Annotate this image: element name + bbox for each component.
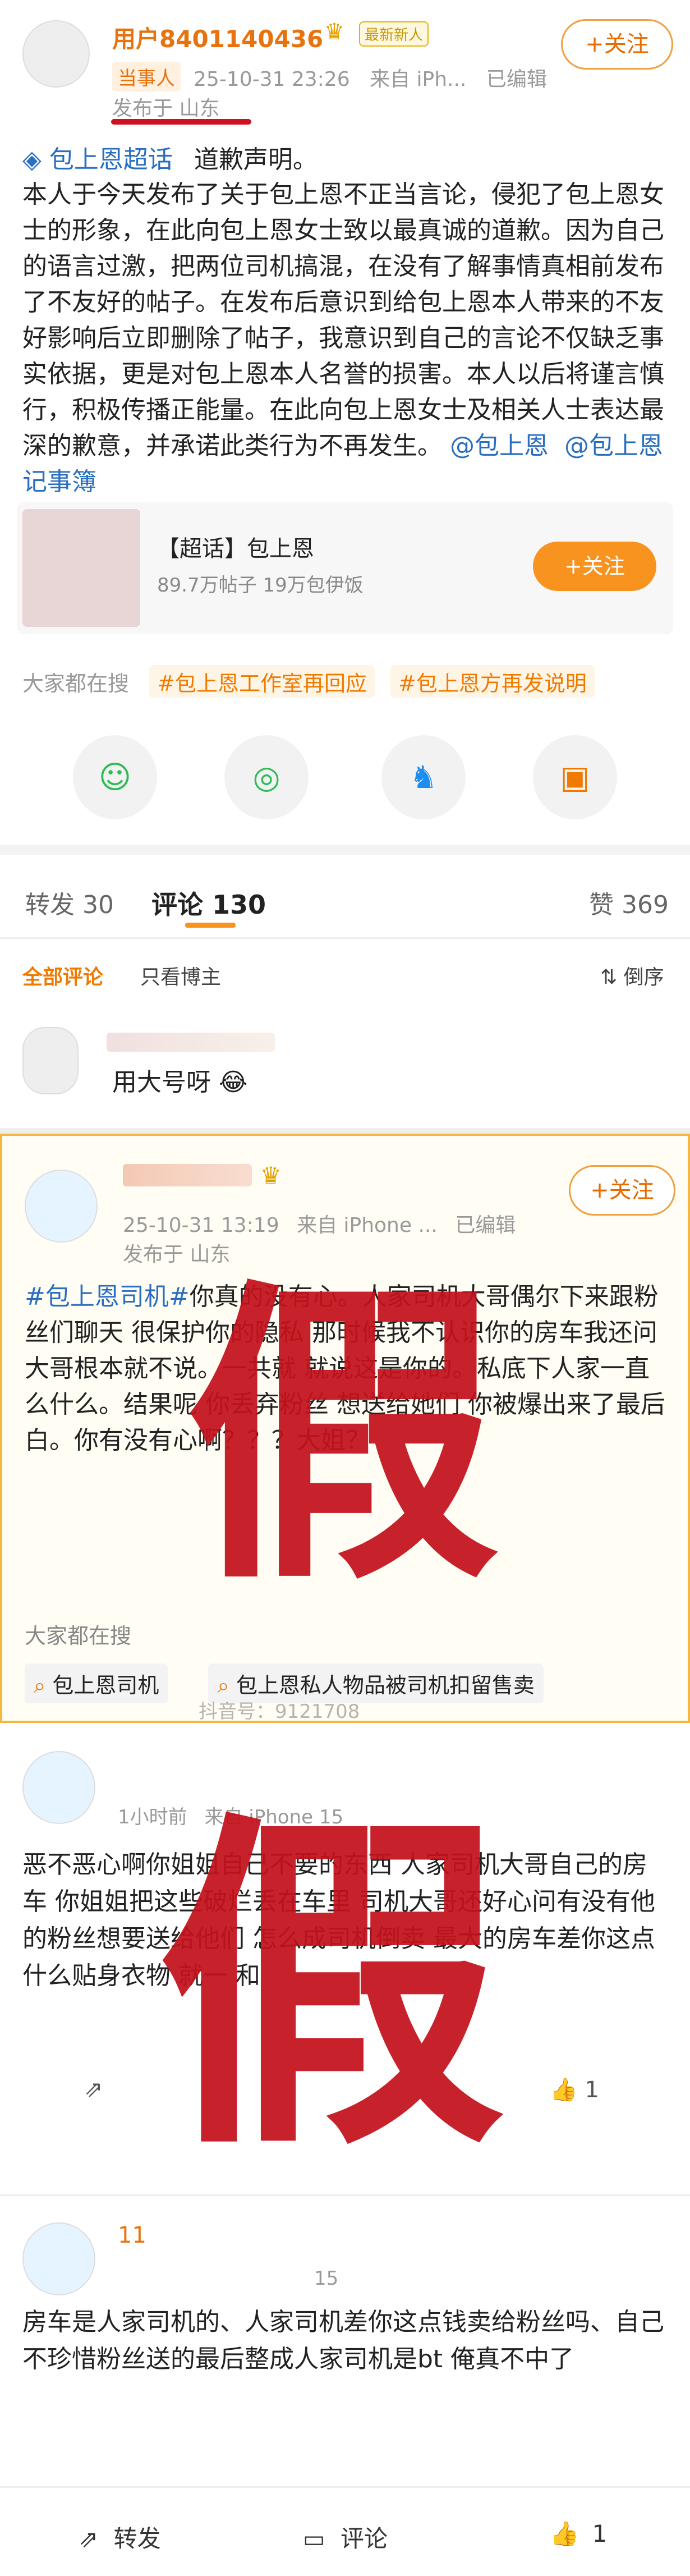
filter-all[interactable]: 全部评论 <box>22 961 103 990</box>
like-count: 1 <box>592 2520 608 2547</box>
post-meta: 25-10-31 13:19 来自 iPhone ... 已编辑 <box>123 1209 516 1238</box>
post-meta: 25-10-31 23:26 来自 iPh... 已编辑 <box>194 63 547 92</box>
reply-name[interactable]: 11 <box>118 2222 146 2248</box>
timestamp: 25-10-31 13:19 <box>123 1214 279 1237</box>
tab-comment[interactable]: 评论 130 <box>151 884 266 922</box>
card-image <box>22 509 140 627</box>
trending-row: 大家都在搜 #包上恩工作室再回应 #包上恩方再发说明 <box>22 665 595 698</box>
divider <box>0 1128 690 1134</box>
username[interactable]: 用户8401140436 <box>112 20 323 54</box>
qq-icon: ♞ <box>409 759 438 796</box>
trending-chip-label: 包上恩私人物品被司机扣留售卖 <box>236 1673 535 1698</box>
blurred-username <box>107 1033 275 1052</box>
repost-icon: ⇗ <box>79 2525 99 2552</box>
like-button[interactable]: 👍 1 <box>550 2520 607 2548</box>
edited[interactable]: 已编辑 <box>455 1214 516 1237</box>
moments-icon: ◎ <box>252 759 280 796</box>
divider <box>0 2486 690 2488</box>
thumb-icon: 👍 <box>550 2077 578 2103</box>
trending-label: 大家都在搜 <box>22 671 130 696</box>
repost-label: 转发 <box>113 2525 161 2552</box>
tab-underline <box>185 923 236 928</box>
tab-bar: 转发 30 评论 130 赞 369 <box>0 864 690 932</box>
fake-stamp-2: 假 <box>157 1782 505 2191</box>
source: 来自 iPh... <box>370 68 467 91</box>
location-underline <box>111 119 251 125</box>
card-follow-button[interactable]: +关注 <box>533 542 656 591</box>
bottom-action-bar: ⇗ 转发 ▭ 评论 👍 1 <box>0 2492 690 2576</box>
avatar[interactable] <box>22 20 90 88</box>
supertopic-card[interactable]: 【超话】包上恩 89.7万帖子 19万包伊饭 +关注 <box>17 502 673 634</box>
comment-icon: ▭ <box>303 2525 325 2552</box>
reply-text: 房车是人家司机的、人家司机差你这点钱卖给粉丝吗、自己不珍惜粉丝送的最后整成人家司… <box>22 2308 664 2373</box>
post-heading-row: ◈ 包上恩超话 道歉声明。 <box>22 139 318 175</box>
image-icon: ▣ <box>560 759 590 796</box>
hashtag-link[interactable]: #包上恩司机# <box>25 1282 190 1311</box>
like-button[interactable]: 👍 1 <box>550 2077 599 2103</box>
post-body-text: 本人于今天发布了关于包上恩不正当言论，侵犯了包上恩女士的形象，在此向包上恩女士致… <box>22 180 664 460</box>
qq-share-button[interactable]: ♞ <box>381 735 466 819</box>
new-user-badge: 最新新人 <box>359 21 429 47</box>
follow-button[interactable]: +关注 <box>561 19 673 70</box>
laugh-emoji-icon: 😂 <box>219 1068 248 1097</box>
moments-share-button[interactable]: ◎ <box>224 735 309 819</box>
wechat-icon: ☺ <box>98 759 132 796</box>
fake-stamp-1: 假 <box>185 1252 499 1621</box>
comment-text-body: 用大号呀 <box>112 1068 211 1097</box>
wechat-share-button[interactable]: ☺ <box>73 735 157 819</box>
card-title: 【超话】包上恩 <box>157 536 314 562</box>
avatar[interactable] <box>22 2222 95 2295</box>
douyin-watermark: 抖音号：9121708 <box>199 1700 360 1723</box>
comment-label: 评论 <box>341 2525 388 2552</box>
trending-tag-2[interactable]: #包上恩方再发说明 <box>390 665 595 698</box>
tab-repost[interactable]: 转发 30 <box>25 884 114 920</box>
trending-tag-1[interactable]: #包上恩工作室再回应 <box>149 665 375 698</box>
trending-chip-1[interactable]: ⌕ 包上恩司机 <box>25 1663 168 1703</box>
post-body: 本人于今天发布了关于包上恩不正当言论，侵犯了包上恩女士的形象，在此向包上恩女士致… <box>22 177 673 500</box>
comment-item: 用大号呀 😂 <box>0 1010 690 1122</box>
thumb-icon: 👍 <box>550 2520 579 2547</box>
reply-source: 15 <box>314 2267 339 2290</box>
supertopic-icon: ◈ <box>22 145 42 174</box>
divider <box>0 845 690 855</box>
role-tag: 当事人 <box>112 62 181 91</box>
source: 来自 iPhone ... <box>297 1214 438 1237</box>
card-stats: 89.7万帖子 19万包伊饭 <box>157 574 364 597</box>
location: 发布于 山东 <box>112 97 220 120</box>
filter-author-only[interactable]: 只看博主 <box>140 961 221 990</box>
search-icon: ⌕ <box>34 1673 46 1698</box>
sort-icon: ⇅ <box>600 966 618 989</box>
crown-icon: ♛ <box>260 1162 282 1189</box>
divider <box>0 937 690 939</box>
save-image-button[interactable]: ▣ <box>533 735 617 819</box>
edited[interactable]: 已编辑 <box>486 68 547 91</box>
sort-label: 倒序 <box>623 966 664 989</box>
repost-icon[interactable]: ⇗ <box>84 2077 103 2102</box>
comment-button[interactable]: ▭ 评论 <box>303 2520 388 2554</box>
original-post: 用户8401140436 ♛ 最新新人 当事人 25-10-31 23:26 来… <box>0 0 690 842</box>
search-icon: ⌕ <box>217 1673 229 1698</box>
crown-icon: ♛ <box>324 19 344 45</box>
tab-like[interactable]: 赞 369 <box>589 884 669 920</box>
comment-text: 用大号呀 😂 <box>112 1062 247 1098</box>
comment-filter-bar: 全部评论 只看博主 ⇅ 倒序 <box>0 948 690 999</box>
avatar[interactable] <box>22 1027 79 1094</box>
avatar[interactable] <box>22 1751 95 1824</box>
trending-chip-label: 包上恩司机 <box>52 1673 159 1698</box>
sort-button[interactable]: ⇅ 倒序 <box>600 961 664 990</box>
supertopic-link[interactable]: 包上恩超话 <box>49 145 173 174</box>
reply-item: 11 15 房车是人家司机的、人家司机差你这点钱卖给粉丝吗、自己不珍惜粉丝送的最… <box>0 2206 690 2475</box>
avatar[interactable] <box>25 1170 98 1243</box>
fake-trending-label: 大家都在搜 <box>25 1624 132 1648</box>
like-count: 1 <box>585 2077 599 2103</box>
follow-button[interactable]: +关注 <box>569 1165 675 1216</box>
mention-1[interactable]: @包上恩 <box>450 432 549 460</box>
repost-button[interactable]: ⇗ 转发 <box>79 2520 161 2554</box>
blurred-username <box>123 1164 252 1186</box>
post-heading: 道歉声明。 <box>194 145 318 174</box>
divider <box>0 2194 690 2196</box>
timestamp: 25-10-31 23:26 <box>194 68 350 91</box>
